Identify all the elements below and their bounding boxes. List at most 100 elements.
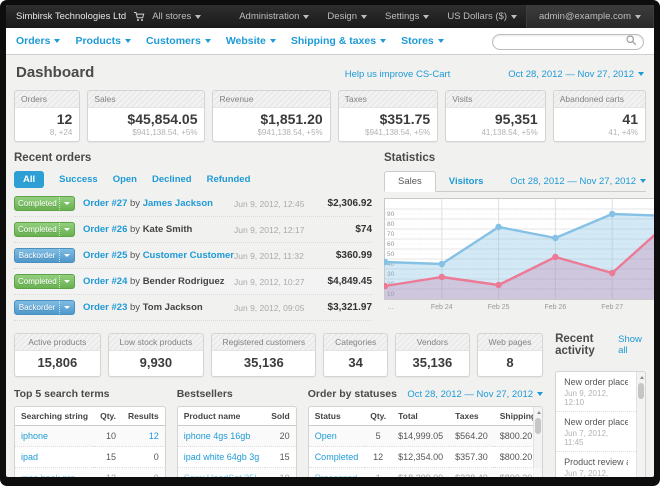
- table-row: iphone 10 12: [15, 426, 165, 447]
- order-total: $3,321.97: [310, 302, 372, 313]
- svg-text:50: 50: [387, 251, 395, 258]
- order-statuses-table: StatusQty.TotalTaxesShippingOpen5$14,999…: [308, 406, 543, 477]
- cell-link[interactable]: Sony HeadSet 35L: [184, 473, 260, 477]
- topbar-menu-us-dollars-[interactable]: US Dollars ($): [447, 11, 517, 22]
- table-cell: Processed: [309, 468, 365, 478]
- cell-link[interactable]: iphone: [21, 431, 48, 441]
- table-row: ipad white 64gb 3g15: [178, 447, 296, 468]
- customer-name[interactable]: James Jackson: [143, 198, 213, 209]
- orders-tab-all[interactable]: All: [14, 171, 44, 188]
- order-link[interactable]: Order #25: [83, 250, 127, 261]
- show-all-link[interactable]: Show all: [618, 334, 646, 356]
- scrollbar[interactable]: [533, 407, 542, 477]
- orders-tab-success[interactable]: Success: [59, 174, 98, 185]
- stat-card: Sales$45,854.05$941,138.54, +5%: [87, 90, 205, 142]
- status-caret: [59, 197, 74, 210]
- order-status-badge[interactable]: Completed: [14, 222, 75, 237]
- mini-stat-card-value: 34: [324, 351, 386, 376]
- all-stores-menu[interactable]: All stores: [152, 11, 201, 22]
- svg-text:Feb 25: Feb 25: [488, 304, 510, 311]
- order-status-badge[interactable]: Backorder: [14, 248, 75, 263]
- search-icon: [626, 35, 637, 46]
- customer-name[interactable]: Customer Customer: [143, 250, 234, 261]
- nav-item-customers[interactable]: Customers: [146, 35, 211, 47]
- stat-card-sub: $941,138.54, +5%: [339, 127, 438, 141]
- status-label: Backorder: [15, 301, 59, 314]
- stat-card-value: $351.75: [339, 108, 438, 127]
- cell-link[interactable]: iphone 4gs 16gb: [184, 431, 251, 441]
- topbar-menu-settings[interactable]: Settings: [385, 11, 429, 22]
- table-cell: mac book pro: [15, 468, 94, 478]
- order-link[interactable]: Order #24: [83, 276, 127, 287]
- stat-card-value: $45,854.05: [88, 108, 204, 127]
- nav-item-label: Shipping & taxes: [291, 35, 376, 47]
- nav-item-label: Products: [75, 35, 121, 47]
- scrollbar-thumb[interactable]: [638, 383, 644, 399]
- table-cell: $18,200.00: [392, 468, 449, 478]
- chevron-down-icon: [537, 392, 543, 396]
- order-status-badge[interactable]: Backorder: [14, 300, 75, 315]
- mini-stat-card: Low stock products9,930: [108, 333, 204, 377]
- cell-link[interactable]: ipad white 64gb 3g: [184, 452, 260, 462]
- nav-item-shipping-taxes[interactable]: Shipping & taxes: [291, 35, 386, 47]
- order-status-badge[interactable]: Completed: [14, 274, 75, 289]
- topbar-menu-administration[interactable]: Administration: [239, 11, 309, 22]
- cell-link[interactable]: mac book pro: [21, 473, 76, 477]
- status-label: Backorder: [15, 249, 59, 262]
- cell-link[interactable]: Completed: [315, 452, 359, 462]
- status-label: Completed: [15, 223, 59, 236]
- nav-item-website[interactable]: Website: [226, 35, 276, 47]
- nav-item-orders[interactable]: Orders: [16, 35, 60, 47]
- orders-tab-declined[interactable]: Declined: [152, 174, 192, 185]
- stat-card: Taxes$351.75$941,138.54, +5%: [338, 90, 439, 142]
- order-total: $4,849.45: [310, 276, 372, 287]
- stat-card-sub: $941,138.54, +5%: [88, 127, 204, 141]
- scrollbar-thumb[interactable]: [535, 418, 541, 434]
- order-statuses-date-link[interactable]: Oct 28, 2012 — Nov 27, 2012: [407, 389, 543, 400]
- scrollbar[interactable]: [636, 372, 645, 477]
- mini-stat-card-value: 9,930: [109, 351, 203, 376]
- table-cell: 10: [94, 426, 122, 447]
- table-row: ipad150: [15, 447, 165, 468]
- statistics-title: Statistics: [384, 152, 646, 164]
- cell-link[interactable]: ipad: [21, 452, 38, 462]
- cell-link[interactable]: Open: [315, 431, 337, 441]
- search-input[interactable]: [492, 34, 644, 50]
- date-range-link[interactable]: Oct 28, 2012 — Nov 27, 2012: [508, 69, 644, 80]
- table-cell: $228.40: [449, 468, 494, 478]
- table-cell: 0: [122, 447, 165, 468]
- nav-item-stores[interactable]: Stores: [401, 35, 444, 47]
- table-cell: iphone: [15, 426, 94, 447]
- stats-tab-visitors[interactable]: Visitors: [436, 172, 497, 191]
- stat-card-sub: 8, +24: [15, 127, 79, 141]
- recent-orders-title: Recent orders: [14, 152, 372, 164]
- stat-card-sub: 41,138.54, +5%: [446, 127, 545, 141]
- scroll-up-arrow[interactable]: [638, 373, 645, 382]
- help-link[interactable]: Help us improve CS-Cart: [345, 69, 451, 80]
- chevron-down-icon: [205, 39, 211, 43]
- mini-stat-card-label: Vendors: [396, 334, 469, 351]
- order-status-badge[interactable]: Completed: [14, 196, 75, 211]
- stats-tab-sales[interactable]: Sales: [384, 171, 436, 192]
- orders-tab-refunded[interactable]: Refunded: [207, 174, 251, 185]
- search-terms-section: Top 5 search terms Searching stringQty.R…: [14, 388, 166, 477]
- svg-text:70: 70: [387, 231, 395, 238]
- main-navbar: Orders Products Customers Website Shipping &…: [6, 28, 654, 55]
- table-cell: 20: [265, 426, 295, 447]
- order-link[interactable]: Order #23: [83, 302, 127, 313]
- scroll-up-arrow[interactable]: [535, 408, 542, 417]
- account-menu[interactable]: admin@example.com: [526, 5, 654, 28]
- order-link[interactable]: Order #27: [83, 198, 127, 209]
- order-link[interactable]: Order #26: [83, 224, 127, 235]
- series-blue-sales-point: [495, 224, 501, 230]
- order-total: $74: [310, 224, 372, 235]
- chevron-down-icon: [511, 15, 517, 19]
- table-row: Completed12$12,354.00$357.30$800.20: [309, 447, 542, 468]
- nav-item-products[interactable]: Products: [75, 35, 131, 47]
- stats-date-range-link[interactable]: Oct 28, 2012 — Nov 27, 2012: [510, 176, 646, 191]
- topbar-menu-design[interactable]: Design: [327, 11, 367, 22]
- orders-tab-open[interactable]: Open: [113, 174, 137, 185]
- data-table: Searching stringQty.Resultsiphone1012ipa…: [15, 407, 165, 477]
- cell-link[interactable]: 12: [149, 431, 159, 441]
- cell-link[interactable]: Processed: [315, 473, 358, 477]
